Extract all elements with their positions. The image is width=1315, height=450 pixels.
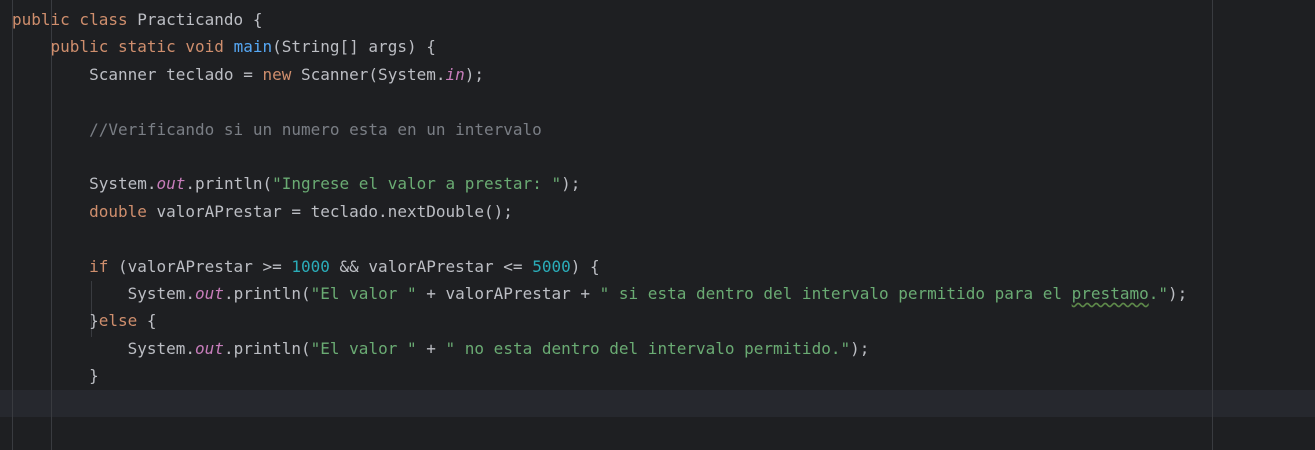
right-margin-guide bbox=[1212, 0, 1213, 450]
code-line-9[interactable] bbox=[12, 225, 1187, 252]
code-token: out bbox=[195, 283, 224, 303]
code-token: ); bbox=[561, 174, 581, 194]
code-token: (String[] args) { bbox=[272, 37, 436, 57]
code-line-4[interactable] bbox=[12, 88, 1187, 115]
code-token: + valorAPrestar + bbox=[416, 283, 600, 303]
code-line-2[interactable]: public static void main(String[] args) { bbox=[12, 33, 1187, 60]
code-token: (valorAPrestar >= bbox=[108, 256, 292, 276]
code-line-6[interactable] bbox=[12, 143, 1187, 170]
code-token: } bbox=[12, 311, 99, 331]
code-token: ); bbox=[1167, 283, 1188, 303]
code-token: prestamo bbox=[1071, 283, 1149, 303]
code-token: //Verificando si un numero esta en un in… bbox=[89, 119, 542, 139]
code-token: && valorAPrestar <= bbox=[329, 256, 533, 276]
code-token: System. bbox=[12, 283, 196, 303]
code-token: "El valor " bbox=[310, 283, 417, 303]
code-token: in bbox=[445, 64, 465, 84]
code-token: else bbox=[98, 311, 138, 331]
code-token: if bbox=[89, 256, 109, 276]
code-line-15[interactable] bbox=[12, 389, 1187, 416]
code-token: Practicando { bbox=[127, 10, 263, 29]
code-editor[interactable]: public class Practicando { public static… bbox=[0, 0, 1315, 450]
code-token: "El valor " bbox=[310, 338, 417, 358]
code-token: double bbox=[89, 201, 147, 221]
code-token: out bbox=[195, 338, 224, 358]
code-token: public static void bbox=[50, 37, 224, 57]
code-line-5[interactable]: //Verificando si un numero esta en un in… bbox=[12, 116, 1187, 143]
code-content[interactable]: public class Practicando { public static… bbox=[12, 6, 1187, 417]
code-line-11[interactable]: System.out.println("El valor " + valorAP… bbox=[12, 280, 1188, 307]
code-token: + bbox=[416, 338, 446, 358]
code-token: 1000 bbox=[291, 256, 330, 276]
code-token: Scanner teclado = bbox=[12, 64, 263, 84]
code-line-14[interactable]: } bbox=[12, 362, 1187, 389]
code-line-7[interactable]: System.out.println("Ingrese el valor a p… bbox=[12, 170, 1187, 197]
code-line-8[interactable]: double valorAPrestar = teclado.nextDoubl… bbox=[12, 198, 1187, 225]
code-token: Scanner(System. bbox=[291, 64, 446, 84]
code-line-10[interactable]: if (valorAPrestar >= 1000 && valorAPrest… bbox=[12, 253, 1187, 280]
code-token: .println( bbox=[223, 338, 311, 358]
code-token: .println( bbox=[223, 283, 311, 303]
code-token: ) { bbox=[570, 256, 600, 276]
code-token: { bbox=[137, 311, 157, 331]
code-line-3[interactable]: Scanner teclado = new Scanner(System.in)… bbox=[12, 61, 1187, 88]
code-token: } bbox=[12, 366, 99, 386]
code-token: .println( bbox=[185, 174, 273, 194]
code-token: out bbox=[156, 174, 186, 194]
code-token: System. bbox=[12, 338, 196, 358]
code-token: valorAPrestar = teclado.nextDouble(); bbox=[146, 201, 513, 221]
code-token: ); bbox=[850, 338, 870, 358]
code-token: main bbox=[233, 37, 273, 57]
code-line-12[interactable]: }else { bbox=[12, 307, 1187, 334]
code-token: 5000 bbox=[532, 256, 571, 276]
code-token: public class bbox=[12, 10, 128, 29]
code-line-1[interactable]: public class Practicando { bbox=[12, 6, 1187, 33]
code-line-13[interactable]: System.out.println("El valor " + " no es… bbox=[12, 335, 1187, 362]
code-token: "Ingrese el valor a prestar: " bbox=[272, 174, 562, 194]
code-token: ); bbox=[464, 64, 485, 84]
code-token: System. bbox=[12, 174, 157, 194]
code-token: new bbox=[262, 64, 292, 84]
code-token: " si esta dentro del intervalo permitido… bbox=[599, 283, 1072, 303]
code-token: ." bbox=[1148, 283, 1168, 303]
code-token: " no esta dentro del intervalo permitido… bbox=[445, 338, 851, 358]
